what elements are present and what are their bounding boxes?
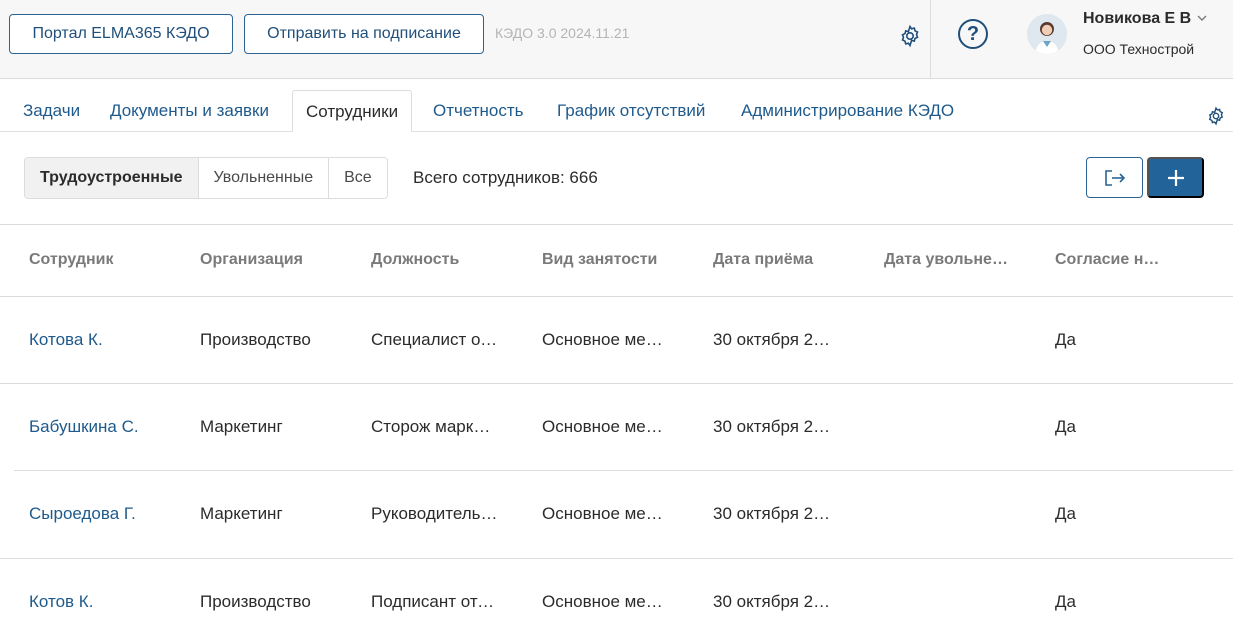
organization-cell: Маркетинг (200, 504, 283, 523)
employment-type-cell: Основное место работы (542, 330, 664, 349)
tab-documents[interactable]: Документы и заявки (110, 90, 269, 132)
table-divider (0, 224, 1233, 225)
version-label: КЭДО 3.0 2024.11.21 (495, 25, 630, 41)
top-header: Портал ELMA365 КЭДО Отправить на подписа… (0, 0, 1233, 79)
row-divider (0, 383, 1233, 384)
employment-type-cell: Основное место работы (542, 504, 664, 523)
column-header-hire-date[interactable]: Дата приёма (713, 251, 873, 269)
filter-all[interactable]: Все (329, 158, 387, 198)
export-button[interactable] (1086, 157, 1143, 198)
filter-employed[interactable]: Трудоустроенные (25, 158, 199, 198)
column-header-dismissal-date[interactable]: Дата увольнения (884, 251, 1008, 269)
tab-administration[interactable]: Администрирование КЭДО (741, 90, 954, 132)
position-cell: Подписант отдела (371, 592, 499, 611)
help-icon[interactable]: ? (958, 19, 988, 49)
avatar[interactable] (1027, 14, 1067, 54)
row-divider (14, 470, 1233, 471)
add-employee-button[interactable] (1147, 157, 1204, 198)
column-header-consent[interactable]: Согласие на КЭДО (1055, 251, 1161, 269)
position-cell: Сторож маркетинга (371, 417, 499, 436)
main-tabs: Задачи Документы и заявки Сотрудники Отч… (0, 90, 1233, 132)
organization-cell: Производство (200, 330, 311, 349)
tab-tasks[interactable]: Задачи (23, 90, 80, 132)
hire-date-cell: 30 октября 2024 (713, 330, 832, 349)
organization-cell: Маркетинг (200, 417, 283, 436)
portal-button[interactable]: Портал ELMA365 КЭДО (9, 14, 233, 54)
employment-type-cell: Основное место работы (542, 592, 664, 611)
user-organization: ООО Технострой (1083, 41, 1195, 57)
user-name[interactable]: Новикова Е В (1083, 10, 1191, 28)
gear-icon[interactable] (898, 24, 922, 48)
consent-cell: Да (1055, 504, 1076, 523)
employees-total: Всего сотрудников: 666 (413, 168, 598, 187)
organization-cell: Производство (200, 592, 311, 611)
employment-filter: Трудоустроенные Увольненные Все (24, 157, 388, 199)
gear-icon[interactable] (1206, 106, 1226, 126)
column-header-employee[interactable]: Сотрудник (29, 251, 189, 269)
employee-name-link[interactable]: Котова К. (29, 330, 189, 350)
filter-dismissed[interactable]: Увольненные (198, 158, 330, 198)
consent-cell: Да (1055, 592, 1076, 611)
employee-name-link[interactable]: Сыроедова Г. (29, 504, 189, 524)
column-header-employment-type[interactable]: Вид занятости (542, 251, 702, 269)
chevron-down-icon[interactable] (1196, 12, 1208, 24)
hire-date-cell: 30 октября 2024 (713, 417, 832, 436)
row-divider (0, 296, 1233, 297)
tab-reports[interactable]: Отчетность (433, 90, 524, 132)
employment-type-cell: Основное место работы (542, 417, 664, 436)
employee-name-link[interactable]: Бабушкина С. (29, 417, 189, 437)
hire-date-cell: 30 октября 2024 (713, 592, 832, 611)
send-for-signing-button[interactable]: Отправить на подписание (244, 14, 484, 54)
row-divider (0, 558, 1233, 559)
employee-name-link[interactable]: Котов К. (29, 592, 189, 612)
tab-employees[interactable]: Сотрудники (292, 90, 413, 132)
column-header-organization[interactable]: Организация (200, 251, 360, 269)
position-cell: Специалист отдела (371, 330, 499, 349)
consent-cell: Да (1055, 417, 1076, 436)
plus-icon (1167, 169, 1184, 186)
export-icon (1104, 169, 1125, 186)
tab-absence-schedule[interactable]: График отсутствий (557, 90, 705, 132)
hire-date-cell: 30 октября 2024 (713, 504, 832, 523)
consent-cell: Да (1055, 330, 1076, 349)
column-header-position[interactable]: Должность (371, 251, 531, 269)
header-divider (930, 0, 931, 79)
position-cell: Руководитель отдела (371, 504, 499, 523)
